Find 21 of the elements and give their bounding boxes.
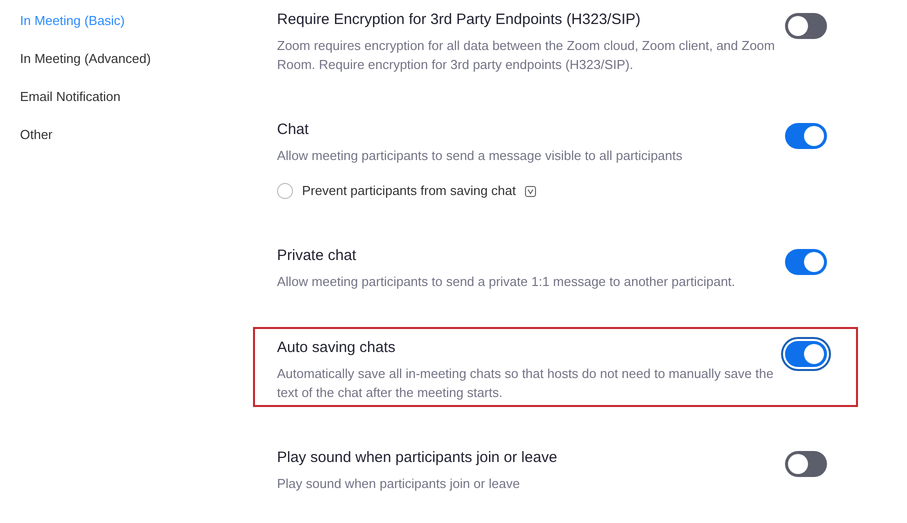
setting-description: Play sound when participants join or leave bbox=[277, 475, 521, 493]
sidebar-item[interactable]: Email Notification bbox=[20, 87, 257, 106]
setting-title: Auto saving chats bbox=[277, 339, 396, 357]
setting-description: Zoom requires encryption for all data between the Zoom cloud, Zoom client, and Zoom Room. Require encryption for 3rd party endpoints (H323/SIP). bbox=[277, 37, 776, 74]
checkbox-label: Prevent participants from saving chat bbox=[302, 182, 516, 200]
setting-title: Private chat bbox=[277, 247, 358, 265]
setting-description: Automatically save all in-meeting chats so that hosts do not need to manually save the text of the chat after the meeting starts. bbox=[277, 365, 774, 402]
setting-title: Require Encryption for 3rd Party Endpoints (H323/SIP) bbox=[277, 11, 642, 29]
setting-description: Allow meeting participants to send a private 1:1 message to another participant. bbox=[277, 273, 736, 291]
sidebar-item[interactable]: In Meeting (Advanced) bbox=[20, 49, 257, 68]
toggle-switch[interactable] bbox=[785, 451, 827, 477]
setting-description: Allow meeting participants to send a message visible to all participants bbox=[277, 147, 682, 165]
checkbox[interactable] bbox=[277, 183, 293, 199]
toggle-switch[interactable] bbox=[785, 341, 827, 367]
sidebar-item[interactable]: Other bbox=[20, 125, 257, 144]
setting-title: Chat bbox=[277, 121, 310, 139]
info-icon[interactable] bbox=[524, 186, 536, 196]
toggle-switch[interactable] bbox=[785, 249, 827, 275]
toggle-switch[interactable] bbox=[785, 13, 827, 39]
setting-title: Play sound when participants join or leave bbox=[277, 449, 558, 467]
toggle-switch[interactable] bbox=[785, 123, 827, 149]
